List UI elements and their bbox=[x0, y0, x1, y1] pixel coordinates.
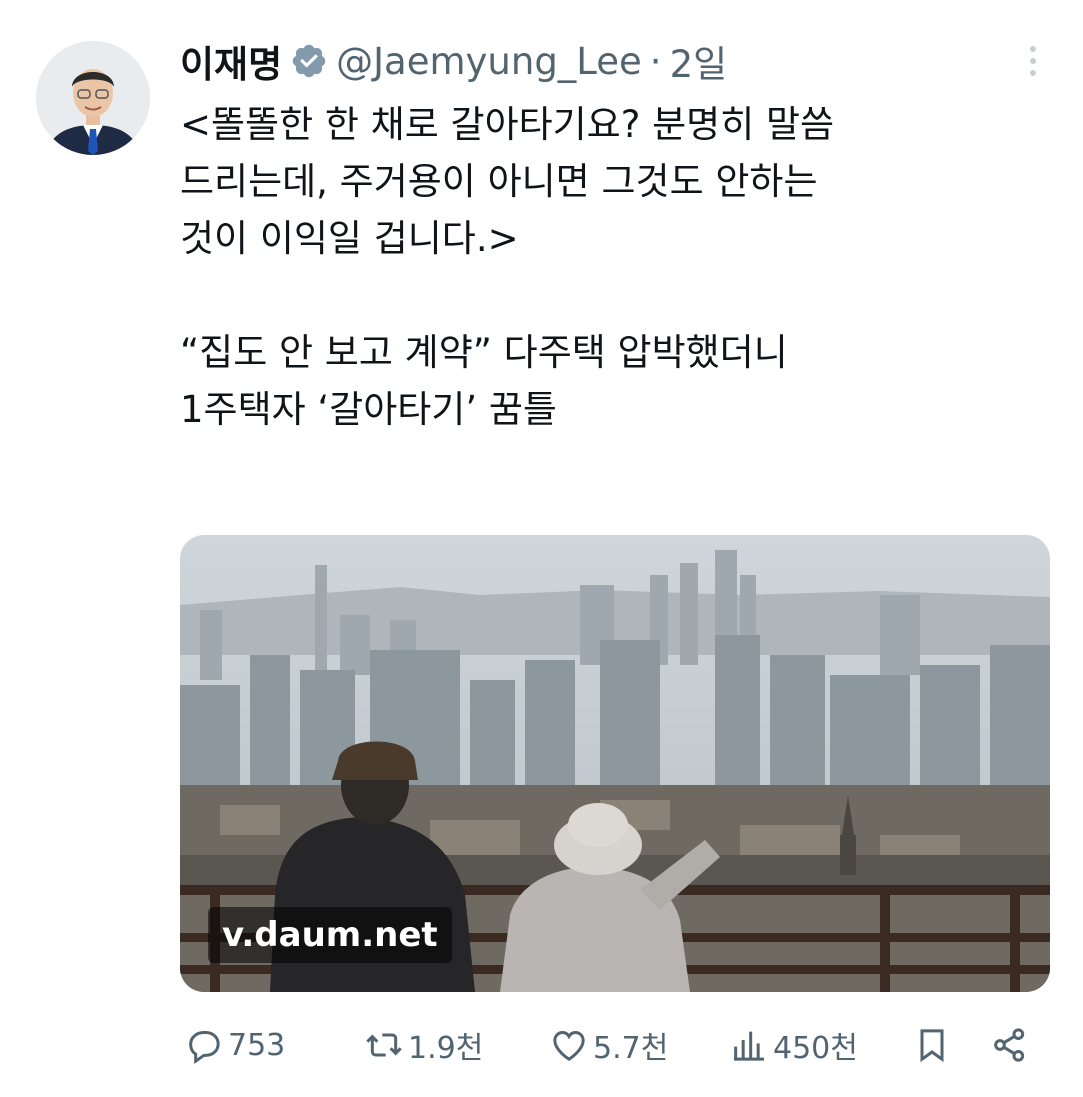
like-button[interactable]: 5.7천 bbox=[549, 1020, 668, 1070]
card-domain-label: v.daum.net bbox=[208, 907, 452, 963]
retweet-button[interactable]: 1.9천 bbox=[364, 1020, 483, 1070]
more-options-icon[interactable] bbox=[1023, 42, 1043, 82]
tweet-text: <똘똘한 한 채로 갈아타기요? 분명히 말씀 드리는데, 주거용이 아니면 그… bbox=[180, 103, 835, 431]
tweet-timestamp[interactable]: 2일 bbox=[670, 34, 728, 88]
author-name[interactable]: 이재명 bbox=[180, 34, 282, 88]
retweet-count: 1.9천 bbox=[408, 1031, 484, 1066]
tweet-header: 이재명 @Jaemyung_Lee · 2일 bbox=[180, 34, 728, 88]
reply-icon bbox=[189, 1031, 220, 1065]
tweet-actions: 753 1.9천 5.7천 450천 bbox=[184, 1020, 1034, 1070]
link-preview-card[interactable]: v.daum.net bbox=[180, 535, 1050, 992]
like-count: 5.7천 bbox=[593, 1031, 669, 1066]
reply-button[interactable]: 753 bbox=[184, 1020, 285, 1070]
bookmark-button[interactable] bbox=[912, 1020, 952, 1070]
reply-count: 753 bbox=[228, 1027, 286, 1063]
header-separator: · bbox=[649, 39, 662, 83]
author-handle[interactable]: @Jaemyung_Lee bbox=[336, 40, 642, 83]
share-icon bbox=[994, 1028, 1025, 1062]
bookmark-icon bbox=[920, 1029, 944, 1063]
share-button[interactable] bbox=[990, 1020, 1030, 1070]
heart-icon bbox=[553, 1030, 585, 1061]
views-count: 450천 bbox=[773, 1031, 858, 1066]
retweet-icon bbox=[366, 1033, 402, 1057]
author-avatar[interactable] bbox=[36, 41, 150, 155]
views-button[interactable]: 450천 bbox=[729, 1020, 858, 1070]
avatar-image bbox=[36, 41, 150, 155]
verified-badge-icon bbox=[292, 44, 326, 78]
views-chart-icon bbox=[734, 1031, 764, 1061]
